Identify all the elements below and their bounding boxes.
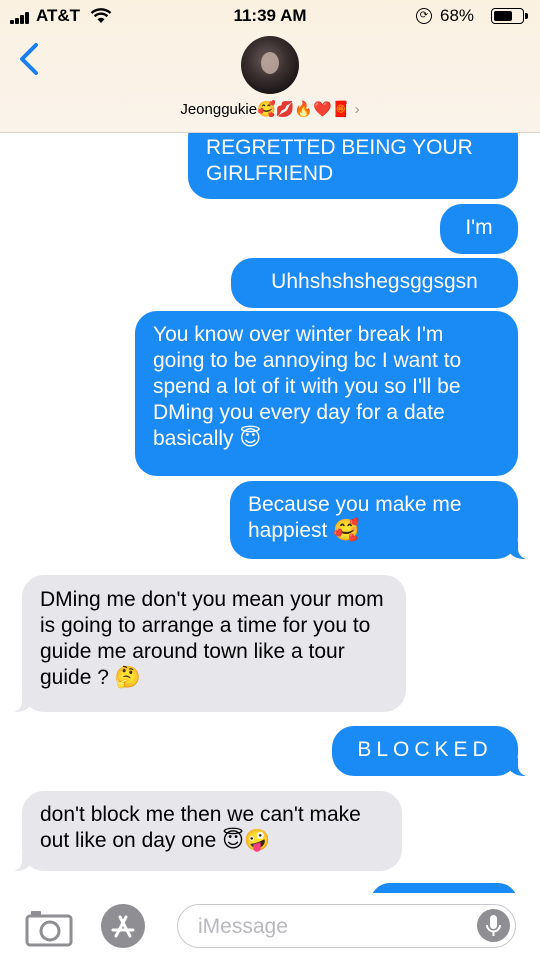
message-text: Because you make me happiest 🥰 bbox=[248, 493, 462, 542]
input-placeholder: iMessage bbox=[198, 915, 288, 938]
status-bar: AT&T 11:39 AM ⟳ 68% bbox=[0, 0, 540, 34]
message-bubble-sent[interactable]: You know over winter break I'm going to … bbox=[135, 311, 518, 476]
microphone-icon[interactable] bbox=[477, 909, 510, 942]
message-bubble-sent[interactable]: BLOCKED bbox=[332, 726, 532, 776]
chevron-left-icon[interactable] bbox=[16, 42, 44, 76]
battery-icon bbox=[491, 8, 528, 24]
rotation-lock-icon: ⟳ bbox=[416, 8, 432, 24]
app-store-icon[interactable] bbox=[99, 902, 147, 950]
message-input-bar: iMessage bbox=[0, 893, 540, 960]
contact-avatar[interactable] bbox=[241, 36, 299, 94]
camera-icon[interactable] bbox=[25, 907, 73, 947]
message-text: don't block me then we can't make out li… bbox=[40, 803, 361, 852]
battery-percentage: 68% bbox=[440, 6, 475, 25]
chevron-right-icon: › bbox=[354, 101, 360, 118]
imessage-input[interactable]: iMessage bbox=[177, 904, 516, 948]
contact-name-button[interactable]: Jeonggukie🥰💋🔥❤️🧧 › bbox=[0, 100, 540, 118]
conversation-header: AT&T 11:39 AM ⟳ 68% Jeonggukie🥰💋🔥❤️🧧 › bbox=[0, 0, 540, 133]
message-bubble-received[interactable]: DMing me don't you mean your mom is goin… bbox=[8, 575, 406, 712]
message-bubble-sent[interactable]: I'm bbox=[440, 204, 518, 254]
message-bubble-sent[interactable]: Uhhshshshegsggsgsn bbox=[231, 258, 518, 308]
contact-name: Jeonggukie🥰💋🔥❤️🧧 bbox=[180, 101, 351, 118]
message-text: DMing me don't you mean your mom is goin… bbox=[40, 588, 384, 689]
message-bubble-received[interactable]: don't block me then we can't make out li… bbox=[8, 791, 402, 871]
message-text: BLOCKED bbox=[357, 738, 493, 761]
message-bubble-sent[interactable]: Because you make me happiest 🥰 bbox=[230, 481, 532, 559]
